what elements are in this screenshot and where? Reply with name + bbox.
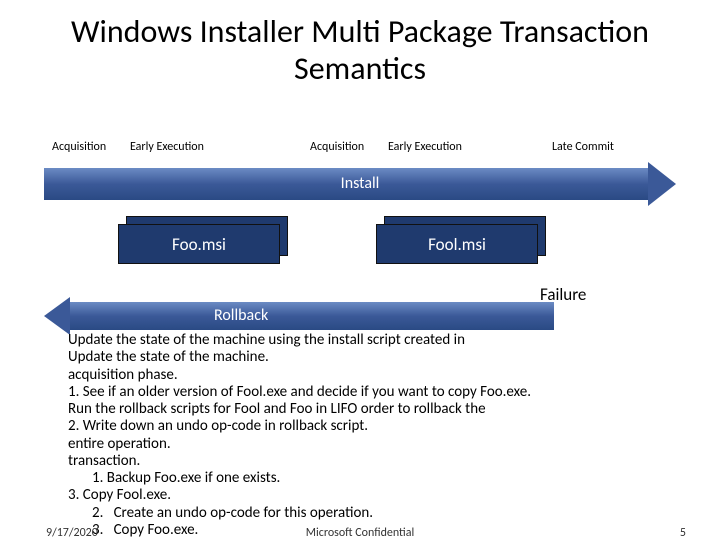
- msi-foo-box: Foo.msi: [118, 224, 280, 264]
- footer-confidential: Microsoft Confidential: [0, 526, 720, 540]
- install-arrow: Install: [44, 168, 676, 200]
- overlay-line: 1. See if an older version of Fool.exe a…: [68, 384, 678, 401]
- overlay-text-block: Update the state of the machine using th…: [68, 332, 678, 539]
- overlay-line: 2. Create an undo op-code for this opera…: [68, 505, 678, 522]
- phase-acquisition-1: Acquisition: [52, 140, 106, 154]
- msi-fool-box: Fool.msi: [376, 224, 538, 264]
- rollback-label: Rollback: [214, 302, 268, 330]
- overlay-line: 3. Copy Fool.exe.: [68, 487, 678, 504]
- install-label: Install: [44, 168, 676, 200]
- overlay-line: acquisition phase.: [68, 367, 678, 384]
- phase-early-execution-2: Early Execution: [388, 140, 462, 154]
- phase-acquisition-2: Acquisition: [310, 140, 364, 154]
- phase-late-commit: Late Commit: [552, 140, 614, 154]
- overlay-line: entire operation.: [68, 436, 678, 453]
- arrow-left-icon: [44, 297, 70, 335]
- rollback-arrow: Rollback: [44, 302, 554, 330]
- overlay-line: Update the state of the machine using th…: [68, 332, 678, 349]
- overlay-line: transaction.: [68, 453, 678, 470]
- phase-early-execution-1: Early Execution: [130, 140, 204, 154]
- msi-foo-label: Foo.msi: [118, 224, 280, 264]
- overlay-line: 1. Backup Foo.exe if one exists.: [68, 470, 678, 487]
- rollback-arrow-bar: [70, 302, 554, 330]
- footer-page: 5: [680, 526, 686, 540]
- overlay-line: 2. Write down an undo op-code in rollbac…: [68, 418, 678, 435]
- msi-fool-label: Fool.msi: [376, 224, 538, 264]
- slide-title: Windows Installer Multi Package Transact…: [0, 0, 720, 88]
- overlay-line: Update the state of the machine.: [68, 349, 678, 366]
- overlay-line: Run the rollback scripts for Fool and Fo…: [68, 401, 678, 418]
